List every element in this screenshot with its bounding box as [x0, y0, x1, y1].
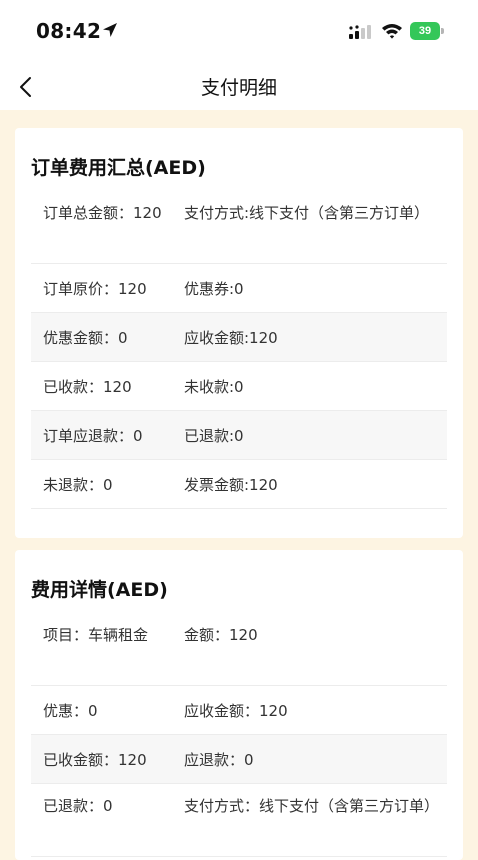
- table-row: 优惠：0 应收金额：120: [31, 686, 447, 735]
- fee-details-rows: 项目：车辆租金 金额：120 优惠：0 应收金额：120 已收金额：120 应退…: [31, 613, 447, 857]
- page-title: 支付明细: [200, 77, 277, 99]
- status-time: 08:42: [36, 19, 102, 43]
- order-total-amount: 订单总金额：120: [43, 204, 162, 222]
- fee-details-title: 费用详情(AED): [31, 579, 168, 601]
- table-row: 订单应退款：0 已退款:0: [31, 411, 447, 460]
- unreceived-amount: 未收款:0: [184, 378, 244, 396]
- unrefunded-amount: 未退款：0: [43, 476, 113, 494]
- fee-details-card: 费用详情(AED) 项目：车辆租金 金额：120 优惠：0 应收金额：120 已…: [15, 550, 463, 860]
- order-summary-rows: 订单总金额：120 支付方式:线下支付（含第三方订单） 订单原价：120 优惠券…: [31, 191, 447, 509]
- item-amount: 金额：120: [184, 626, 258, 644]
- order-summary-title: 订单费用汇总(AED): [31, 157, 206, 179]
- refunded-amount: 已退款:0: [184, 427, 244, 445]
- status-bar: 08:42 39: [0, 0, 478, 62]
- received-amount: 已收款：120: [43, 378, 132, 396]
- battery-cap: [441, 28, 444, 34]
- table-row: 项目：车辆租金 金额：120: [31, 613, 447, 686]
- item-payment-method: 支付方式：线下支付（含第三方订单）: [184, 797, 440, 815]
- coupon: 优惠券:0: [184, 280, 244, 298]
- original-price: 订单原价：120: [43, 280, 147, 298]
- item-refunded: 已退款：0: [43, 797, 113, 815]
- location-arrow-icon: [103, 23, 117, 37]
- cellular-signal-icon: [349, 25, 371, 39]
- table-row: 订单总金额：120 支付方式:线下支付（含第三方订单）: [31, 191, 447, 264]
- nav-bar: 支付明细: [0, 62, 478, 110]
- table-row: 未退款：0 发票金额:120: [31, 460, 447, 509]
- item-received: 已收金额：120: [43, 751, 147, 769]
- table-row: 已退款：0 支付方式：线下支付（含第三方订单）: [31, 784, 447, 857]
- content-area[interactable]: 订单费用汇总(AED) 订单总金额：120 支付方式:线下支付（含第三方订单） …: [0, 110, 478, 860]
- payment-method: 支付方式:线下支付（含第三方订单）: [184, 204, 430, 222]
- table-row: 订单原价：120 优惠券:0: [31, 264, 447, 313]
- item-refundable: 应退款：0: [184, 751, 254, 769]
- battery-level: 39: [410, 22, 440, 40]
- wifi-icon: [382, 24, 402, 39]
- item-receivable: 应收金额：120: [184, 702, 288, 720]
- table-row: 优惠金额：0 应收金额:120: [31, 313, 447, 362]
- battery-charging-icon: 39: [410, 22, 446, 40]
- table-row: 已收金额：120 应退款：0: [31, 735, 447, 784]
- discount-amount: 优惠金额：0: [43, 329, 128, 347]
- item-name: 项目：车辆租金: [43, 626, 149, 644]
- item-discount: 优惠：0: [43, 702, 98, 720]
- receivable-amount: 应收金额:120: [184, 329, 278, 347]
- table-row: 已收款：120 未收款:0: [31, 362, 447, 411]
- refundable-amount: 订单应退款：0: [43, 427, 143, 445]
- order-summary-card: 订单费用汇总(AED) 订单总金额：120 支付方式:线下支付（含第三方订单） …: [15, 128, 463, 538]
- invoice-amount: 发票金额:120: [184, 476, 278, 494]
